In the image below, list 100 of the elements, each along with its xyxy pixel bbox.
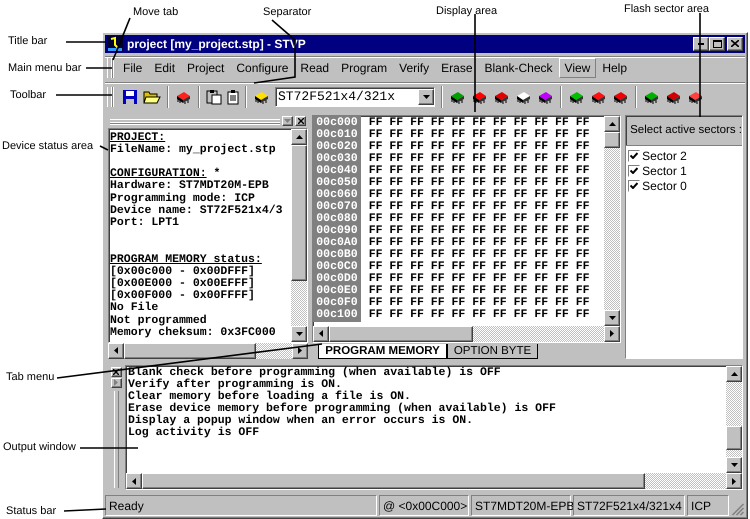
address-label: 00c080 (316, 212, 358, 225)
hex-values: FF FF FF FF FF FF FF FF FF FF FF (368, 296, 590, 309)
scroll-down-button[interactable] (604, 310, 620, 326)
menu-item[interactable]: Project (181, 58, 230, 78)
hex-values: FF FF FF FF FF FF FF FF FF FF FF (368, 140, 590, 153)
status-field: Ready (105, 495, 377, 516)
checkbox[interactable] (628, 164, 640, 177)
callout-label: Move tab (133, 6, 178, 19)
callout-label: Status bar (6, 505, 56, 518)
checkbox[interactable] (628, 150, 640, 162)
chip-icon[interactable] (643, 89, 660, 104)
leader-line (86, 67, 112, 69)
scroll-down-button[interactable] (726, 457, 742, 474)
menu-item[interactable]: Edit (148, 58, 182, 78)
chip-icon[interactable] (253, 89, 270, 104)
status-line: [0x00E000 - 0x00EFFF] (110, 276, 255, 290)
output-line: Display a popup window when an error occurs is ON. (128, 414, 474, 427)
status-line: Hardware: ST7MDT20M-EPB (110, 179, 269, 192)
chip-icon[interactable] (537, 89, 554, 104)
menu-item[interactable]: File (117, 58, 148, 78)
scroll-down-button[interactable] (291, 326, 308, 342)
scroll-left-button[interactable] (108, 342, 124, 359)
output-line: Erase device memory before programming (when available) is OFF (128, 402, 556, 415)
callout-label: Title bar (8, 35, 48, 48)
status-line: Device name: ST72F521x4/3 (110, 204, 283, 217)
resize-grip-icon[interactable] (731, 503, 745, 516)
leader-line (64, 508, 106, 512)
leader-line (80, 447, 138, 449)
scrollbar-thumb[interactable] (604, 132, 620, 148)
callout-label: Toolbar (10, 89, 46, 102)
save-icon[interactable] (122, 88, 138, 105)
document-icon[interactable] (227, 88, 239, 105)
chip-icon[interactable] (515, 89, 532, 104)
chip-icon[interactable] (568, 89, 585, 104)
scrollbar-thumb[interactable] (726, 426, 742, 450)
menu-item[interactable]: Blank-Check (478, 58, 559, 78)
status-line: [0x00c000 - 0x00DFFF] (110, 264, 255, 278)
scrollbar-thumb[interactable] (329, 326, 474, 342)
chip-icon[interactable] (493, 89, 510, 104)
left-arrow-icon (132, 478, 136, 485)
device-dropdown[interactable]: ST72F521x4/321x (275, 86, 435, 107)
callout-label: Device status area (2, 140, 94, 153)
maximize-icon (712, 40, 722, 48)
hex-values: FF FF FF FF FF FF FF FF FF FF FF (368, 236, 590, 249)
address-label: 00c030 (316, 152, 358, 165)
folder-icon[interactable] (143, 89, 161, 104)
scroll-right-button[interactable] (726, 473, 742, 490)
menu-item[interactable]: Configure (230, 58, 294, 78)
chip-icon[interactable] (471, 89, 488, 104)
address-label: 00c0E0 (316, 284, 358, 297)
status-line: Not programmed (110, 314, 207, 326)
leader-line (66, 41, 106, 43)
scroll-right-button[interactable] (604, 326, 620, 342)
output-line: Clear memory before loading a file is ON. (128, 390, 411, 403)
scroll-up-button[interactable] (604, 116, 620, 132)
grip-handle[interactable] (107, 86, 113, 107)
clipboard-icon[interactable] (206, 88, 222, 105)
chip-icon[interactable] (612, 89, 629, 104)
output-grip[interactable] (114, 390, 118, 488)
scrollbar-thumb[interactable] (124, 342, 256, 359)
hex-values: FF FF FF FF FF FF FF FF FF FF FF (368, 200, 590, 213)
chip-icon[interactable] (590, 89, 607, 104)
menu-item[interactable]: Erase (435, 58, 478, 78)
address-label: 00c020 (316, 140, 358, 153)
down-arrow-icon (284, 119, 292, 124)
scroll-up-button[interactable] (291, 128, 308, 145)
output-expand-button[interactable] (110, 378, 122, 388)
down-arrow-icon (296, 332, 303, 336)
leader-line (100, 145, 108, 151)
chip-icon[interactable] (449, 89, 466, 104)
menu-item[interactable]: Help (596, 58, 634, 78)
maximize-button[interactable] (709, 36, 725, 51)
pane-close-button[interactable] (295, 116, 306, 126)
status-field: @ <0x00C000> (379, 495, 469, 516)
pane-grip[interactable] (110, 118, 280, 124)
scrollbar-thumb[interactable] (291, 144, 308, 282)
status-field: ST7MDT20M-EPB (471, 495, 571, 516)
address-label: 00c060 (316, 188, 358, 201)
scrollbar-thumb[interactable] (142, 473, 645, 490)
scroll-up-button[interactable] (726, 366, 742, 382)
grip-handle[interactable] (107, 58, 113, 78)
callout-label: Flash sector area (624, 3, 709, 16)
scroll-left-button[interactable] (313, 326, 330, 342)
hex-values: FF FF FF FF FF FF FF FF FF FF FF (368, 248, 590, 261)
status-line: Port: LPT1 (110, 216, 180, 229)
callout-label: Tab menu (6, 371, 54, 384)
menu-item[interactable]: View (558, 58, 596, 78)
tab[interactable]: OPTION BYTE (446, 344, 538, 359)
pane-menu-button[interactable] (282, 116, 294, 126)
section-heading: PROGRAM MEMORY status: (110, 252, 262, 266)
chip-icon[interactable] (175, 89, 192, 104)
scroll-left-button[interactable] (126, 473, 142, 490)
tab[interactable]: PROGRAM MEMORY (318, 344, 447, 359)
menu-item[interactable]: Read (294, 58, 336, 78)
close-button[interactable] (727, 36, 743, 51)
chip-icon[interactable] (687, 89, 704, 104)
menu-item[interactable]: Program (335, 58, 394, 78)
chip-icon[interactable] (665, 89, 682, 104)
close-icon (113, 368, 119, 375)
menu-item[interactable]: Verify (393, 58, 436, 78)
